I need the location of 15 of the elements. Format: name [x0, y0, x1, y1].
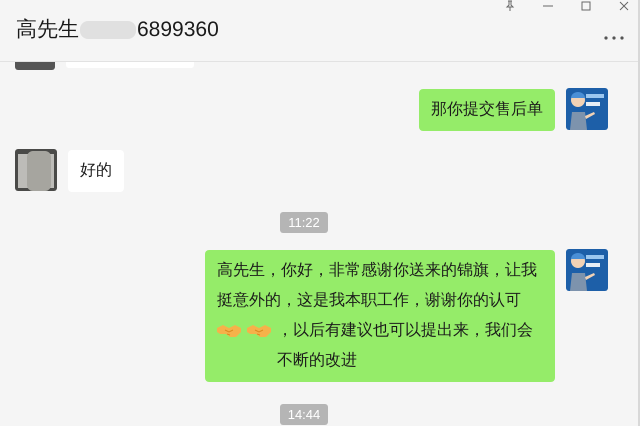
maximize-icon[interactable]	[580, 0, 592, 12]
chat-title: 6899360	[137, 17, 219, 43]
close-icon[interactable]	[618, 0, 630, 12]
message-text: ，以后有建议也可以提出来，我们会不断的改进	[277, 320, 534, 371]
handshake-icon	[247, 323, 271, 339]
timestamp: 11:22	[280, 212, 328, 233]
handshake-icon	[217, 323, 241, 339]
pin-icon[interactable]	[504, 0, 516, 12]
chat-title: 高先生	[16, 17, 79, 43]
avatar-fragment	[15, 62, 55, 70]
message-text: 好的	[80, 161, 112, 181]
message-text: 高先生，你好，非常感谢你送来的锦旗，让我挺意外的，这是我本职工作，谢谢你的认可	[217, 260, 538, 311]
message-text: 那你提交售后单	[431, 100, 543, 120]
timestamp: 14:44	[280, 404, 328, 425]
more-icon[interactable]	[604, 36, 624, 40]
